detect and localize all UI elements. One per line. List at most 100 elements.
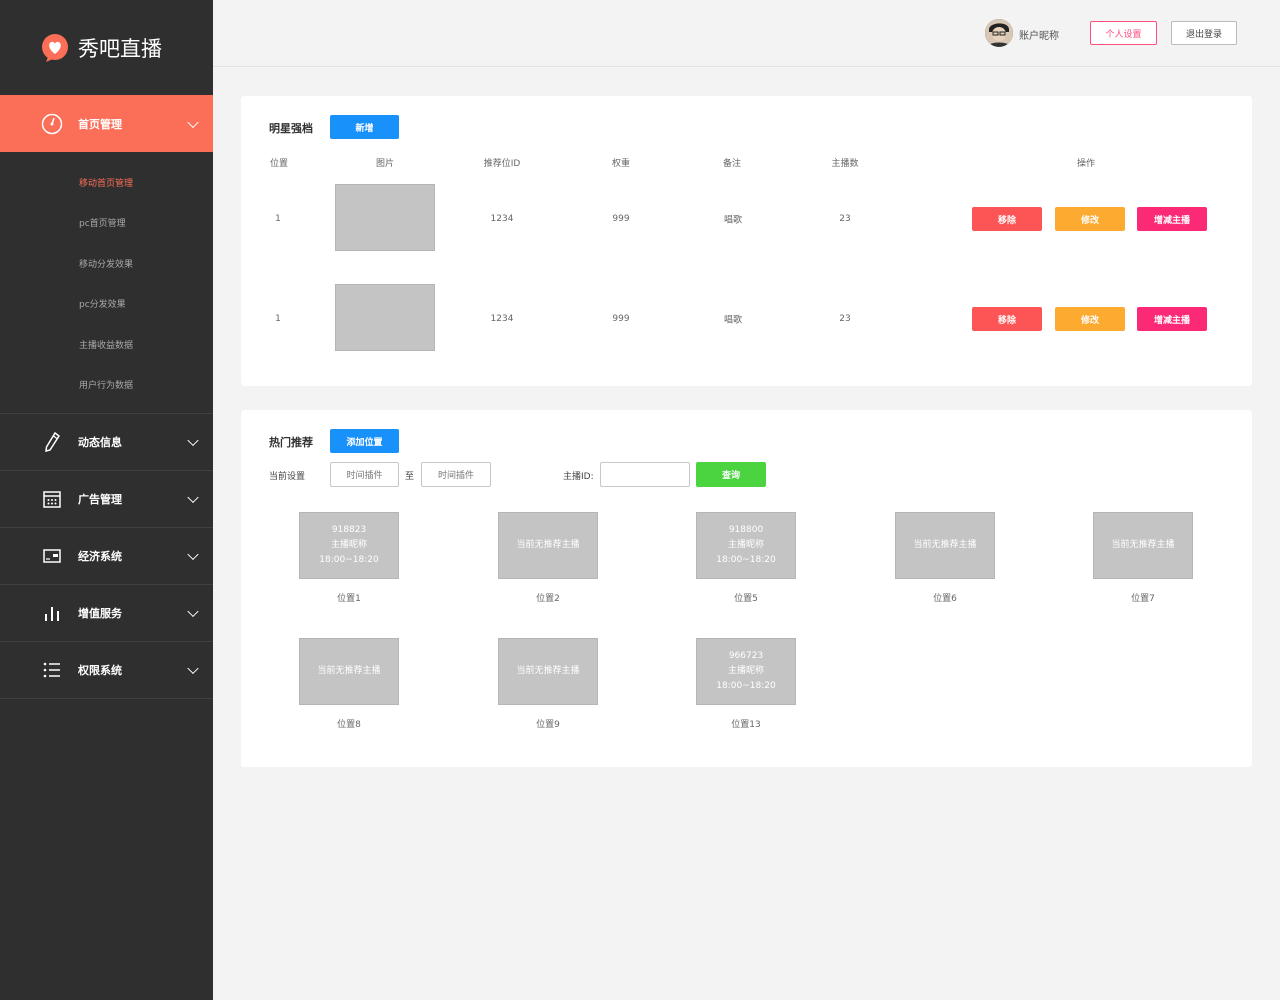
sidebar-subitem-pc-home[interactable]: pc首页管理 <box>0 203 213 244</box>
sidebar-item-permission-system[interactable]: 权限系统 <box>0 642 213 699</box>
slot-caption: 位置2 <box>536 594 560 604</box>
sidebar-subitem-anchor-revenue[interactable]: 主播收益数据 <box>0 324 213 365</box>
wallet-icon <box>40 544 64 568</box>
personal-settings-button[interactable]: 个人设置 <box>1090 21 1157 45</box>
slot-text-line: 主播昵称 <box>727 666 764 676</box>
brand-name: 秀吧直播 <box>78 36 162 61</box>
manage-anchors-button[interactable]: 增减主播 <box>1137 207 1207 231</box>
slot-text-line: 主播昵称 <box>330 540 367 550</box>
slot-thumbnail: 966723 主播昵称 18:00~18:20 <box>696 638 796 705</box>
time-end-input[interactable]: 时间插件 <box>421 462 491 487</box>
column-header-actions: 操作 <box>1076 159 1096 169</box>
recommend-slot[interactable]: 当前无推荐主播 位置8 <box>299 638 399 730</box>
edit-button[interactable]: 修改 <box>1055 207 1125 231</box>
slot-text-line: 当前无推荐主播 <box>317 666 381 676</box>
sidebar-submenu: 移动首页管理 pc首页管理 移动分发效果 pc分发效果 主播收益数据 用户行为数… <box>0 152 213 414</box>
remove-button[interactable]: 移除 <box>972 207 1042 231</box>
sidebar-subitem-mobile-home[interactable]: 移动首页管理 <box>0 162 213 203</box>
cell-note: 唱歌 <box>723 315 743 326</box>
anchor-id-label: 主播ID: <box>563 472 594 482</box>
heart-bubble-logo-icon <box>42 33 68 62</box>
slot-caption: 位置8 <box>337 720 361 730</box>
cell-weight: 999 <box>612 214 630 224</box>
slot-thumbnail: 918823 主播昵称 18:00~18:20 <box>299 512 399 579</box>
column-header-weight: 权重 <box>611 159 631 169</box>
sidebar-item-label: 广告管理 <box>78 493 122 506</box>
section-title: 热门推荐 <box>269 436 313 449</box>
cell-weight: 999 <box>612 314 630 324</box>
cell-note: 唱歌 <box>723 215 743 226</box>
thumbnail-placeholder <box>335 184 435 251</box>
slot-text-line: 918800 <box>728 525 764 535</box>
table-row: 1 1234 999 唱歌 23 移除 修改 增减主播 <box>241 284 1252 354</box>
chevron-down-icon <box>187 116 199 128</box>
recommend-slot[interactable]: 966723 主播昵称 18:00~18:20 位置13 <box>696 638 796 730</box>
slot-text-line: 18:00~18:20 <box>716 555 776 565</box>
recommend-slot[interactable]: 当前无推荐主播 位置2 <box>498 512 598 604</box>
sidebar-subitem-mobile-distribution[interactable]: 移动分发效果 <box>0 243 213 284</box>
range-to-label: 至 <box>405 472 415 482</box>
chevron-down-icon <box>187 662 199 675</box>
manage-anchors-button[interactable]: 增减主播 <box>1137 307 1207 331</box>
table-row: 1 1234 999 唱歌 23 移除 修改 增减主播 <box>241 184 1252 254</box>
slot-caption: 位置9 <box>536 720 560 730</box>
sidebar-item-dynamic-info[interactable]: 动态信息 <box>0 414 213 471</box>
add-button[interactable]: 新增 <box>330 115 399 139</box>
recommend-slot[interactable]: 918800 主播昵称 18:00~18:20 位置5 <box>696 512 796 604</box>
slot-thumbnail: 918800 主播昵称 18:00~18:20 <box>696 512 796 579</box>
slot-text-line: 当前无推荐主播 <box>516 540 580 550</box>
query-button[interactable]: 查询 <box>696 462 766 487</box>
recommend-slot[interactable]: 当前无推荐主播 位置7 <box>1093 512 1193 604</box>
list-icon <box>40 658 64 682</box>
logout-button[interactable]: 退出登录 <box>1171 21 1237 45</box>
recommend-slot[interactable]: 918823 主播昵称 18:00~18:20 位置1 <box>299 512 399 604</box>
chevron-down-icon <box>187 548 199 561</box>
chevron-down-icon <box>187 434 199 447</box>
slot-caption: 位置6 <box>933 594 957 604</box>
slot-text-line: 18:00~18:20 <box>319 555 379 565</box>
recommend-slot[interactable]: 当前无推荐主播 位置6 <box>895 512 995 604</box>
column-header-image: 图片 <box>375 159 395 169</box>
thumbnail-placeholder <box>335 284 435 351</box>
sidebar: 秀吧直播 首页管理 移动首页管理 pc首页管理 移动分发效果 pc分发效果 主播… <box>0 0 213 1000</box>
account-nickname[interactable]: 账户昵称 <box>1019 27 1059 42</box>
add-position-button[interactable]: 添加位置 <box>330 429 399 453</box>
slot-text-line: 18:00~18:20 <box>716 681 776 691</box>
sidebar-item-label: 动态信息 <box>78 436 122 449</box>
sidebar-item-ad-management[interactable]: 广告管理 <box>0 471 213 528</box>
sidebar-item-label: 首页管理 <box>78 117 122 131</box>
slot-text-line: 当前无推荐主播 <box>516 666 580 676</box>
bar-chart-icon <box>40 601 64 625</box>
anchor-id-input[interactable] <box>600 462 690 487</box>
sidebar-subitem-user-behavior[interactable]: 用户行为数据 <box>0 365 213 406</box>
hot-recommend-card: 热门推荐 添加位置 当前设置 时间插件 至 时间插件 主播ID: 查询 9188… <box>241 410 1252 767</box>
sidebar-item-value-added-service[interactable]: 增值服务 <box>0 585 213 642</box>
sidebar-subitem-pc-distribution[interactable]: pc分发效果 <box>0 284 213 325</box>
time-start-input[interactable]: 时间插件 <box>330 462 399 487</box>
slot-caption: 位置13 <box>731 720 761 730</box>
slot-thumbnail: 当前无推荐主播 <box>1093 512 1193 579</box>
edit-button[interactable]: 修改 <box>1055 307 1125 331</box>
remove-button[interactable]: 移除 <box>972 307 1042 331</box>
star-section-card: 明星强档 新增 位置 图片 推荐位ID 权重 备注 主播数 操作 1 1234 … <box>241 96 1252 386</box>
chevron-down-icon <box>187 605 199 618</box>
recommend-slot[interactable]: 当前无推荐主播 位置9 <box>498 638 598 730</box>
slot-text-line: 当前无推荐主播 <box>1111 540 1175 550</box>
slot-thumbnail: 当前无推荐主播 <box>895 512 995 579</box>
slot-thumbnail: 当前无推荐主播 <box>299 638 399 705</box>
section-title: 明星强档 <box>269 122 313 135</box>
column-header-anchor-count: 主播数 <box>831 159 859 169</box>
slot-text-line: 918823 <box>331 525 367 535</box>
current-setting-label: 当前设置 <box>269 472 306 482</box>
slot-text-line: 当前无推荐主播 <box>913 540 977 550</box>
sidebar-item-home-management[interactable]: 首页管理 <box>0 95 213 152</box>
cell-anchor-count: 23 <box>839 214 851 224</box>
sidebar-item-label: 经济系统 <box>78 550 122 563</box>
sidebar-item-economy-system[interactable]: 经济系统 <box>0 528 213 585</box>
calendar-icon <box>40 487 64 511</box>
slot-thumbnail: 当前无推荐主播 <box>498 638 598 705</box>
sidebar-item-label: 增值服务 <box>78 607 122 620</box>
avatar[interactable] <box>985 19 1013 47</box>
brand[interactable]: 秀吧直播 <box>0 0 213 95</box>
slot-caption: 位置1 <box>337 594 361 604</box>
